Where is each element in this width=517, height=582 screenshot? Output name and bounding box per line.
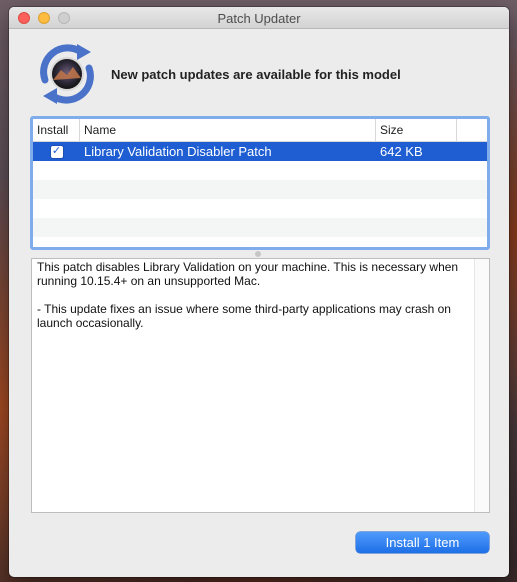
- empty-row: [33, 180, 487, 199]
- install-button[interactable]: Install 1 Item: [356, 532, 489, 553]
- column-install[interactable]: Install: [33, 119, 80, 141]
- patch-name: Library Validation Disabler Patch: [84, 144, 272, 159]
- empty-row: [33, 199, 487, 218]
- empty-row: [33, 218, 487, 237]
- description-paragraph: - This update fixes an issue where some …: [37, 302, 451, 330]
- description-scrollbar[interactable]: [474, 259, 489, 512]
- update-app-icon: [31, 40, 103, 108]
- patch-size: 642 KB: [380, 144, 423, 159]
- window-title: Patch Updater: [217, 11, 301, 26]
- column-name[interactable]: Name: [80, 119, 376, 141]
- patch-description[interactable]: This patch disables Library Validation o…: [31, 258, 490, 513]
- title-bar: Patch Updater: [9, 7, 509, 29]
- install-checkbox[interactable]: ✓: [49, 144, 64, 159]
- patch-table[interactable]: Install Name Size ✓ Library Validation D…: [30, 116, 490, 250]
- column-size[interactable]: Size: [376, 119, 457, 141]
- description-paragraph: This patch disables Library Validation o…: [37, 260, 459, 288]
- table-header: Install Name Size: [33, 119, 487, 142]
- patch-updater-window: Patch Updater New patch updates are avai…: [9, 7, 509, 577]
- update-message: New patch updates are available for this…: [111, 66, 401, 82]
- table-row[interactable]: ✓ Library Validation Disabler Patch 642 …: [33, 142, 487, 161]
- install-cell: ✓: [33, 144, 80, 159]
- empty-row: [33, 161, 487, 180]
- header: New patch updates are available for this…: [31, 40, 401, 108]
- split-view-handle[interactable]: [255, 251, 261, 257]
